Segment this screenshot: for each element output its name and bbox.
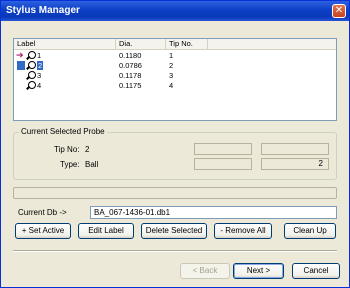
- list-item[interactable]: 2 0.0786 2: [14, 61, 336, 71]
- probe-icon: [28, 81, 36, 89]
- probe-tip: 4: [169, 81, 174, 90]
- tip-no-label: Tip No:: [54, 145, 80, 154]
- probe-tip: 2: [169, 61, 174, 70]
- probe-dia: 0.1175: [119, 81, 142, 90]
- current-db-label: Current Db ->: [18, 208, 67, 217]
- probe-icon: [28, 61, 36, 69]
- tip-no-field-b: [261, 143, 329, 155]
- probe-icon: [28, 71, 36, 79]
- next-button[interactable]: Next >: [233, 263, 284, 279]
- type-value: Ball: [85, 160, 99, 169]
- window-title: Stylus Manager: [6, 5, 80, 16]
- list-item[interactable]: 3 0.1178 3: [14, 71, 336, 81]
- current-db-field: BA_067-1436-01.db1: [90, 206, 337, 219]
- column-header-label[interactable]: Label: [14, 39, 116, 49]
- clean-up-button[interactable]: Clean Up: [284, 223, 336, 239]
- set-active-button[interactable]: + Set Active: [15, 223, 71, 239]
- probe-dia: 0.1178: [119, 71, 142, 80]
- current-arrow-icon: ➔: [16, 50, 24, 60]
- list-item[interactable]: 4 0.1175 4: [14, 81, 336, 91]
- list-item[interactable]: ➔ 1 0.1180 1: [14, 50, 336, 61]
- probe-label: 2: [37, 61, 44, 70]
- probe-dia: 0.0786: [119, 61, 142, 70]
- probe-label: 4: [37, 81, 42, 90]
- selection-marker: [17, 61, 25, 70]
- delete-selected-button[interactable]: Delete Selected: [141, 223, 207, 239]
- column-header-tip-no[interactable]: Tip No.: [166, 39, 208, 49]
- probe-tip: 1: [169, 51, 174, 60]
- status-bar: [13, 187, 337, 199]
- probe-dia: 0.1180: [119, 51, 142, 60]
- stylus-manager-window: Stylus Manager ✕ Label Dia. Tip No. ➔ 1 …: [0, 0, 350, 288]
- footer-divider: [13, 250, 337, 252]
- list-header: Label Dia. Tip No.: [14, 39, 336, 50]
- cancel-button[interactable]: Cancel: [292, 263, 340, 279]
- title-bar[interactable]: Stylus Manager: [1, 1, 349, 21]
- type-count-field: 2: [261, 158, 329, 170]
- probe-label: 1: [37, 51, 42, 60]
- current-probe-group-title: Current Selected Probe: [19, 127, 107, 137]
- current-probe-group: [13, 132, 337, 180]
- probe-label: 3: [37, 71, 42, 80]
- type-field-a: [194, 158, 252, 170]
- probe-list[interactable]: Label Dia. Tip No. ➔ 1 0.1180 1 2 0.0786…: [13, 38, 337, 121]
- type-label: Type:: [60, 160, 80, 169]
- tip-no-field-a: [194, 143, 252, 155]
- close-icon[interactable]: ✕: [332, 4, 346, 18]
- probe-tip: 3: [169, 71, 174, 80]
- remove-all-button[interactable]: - Remove All: [214, 223, 272, 239]
- column-header-dia[interactable]: Dia.: [116, 39, 166, 49]
- edit-label-button[interactable]: Edit Label: [78, 223, 134, 239]
- tip-no-value: 2: [85, 145, 90, 154]
- probe-icon: [28, 51, 36, 59]
- back-button[interactable]: < Back: [180, 263, 230, 279]
